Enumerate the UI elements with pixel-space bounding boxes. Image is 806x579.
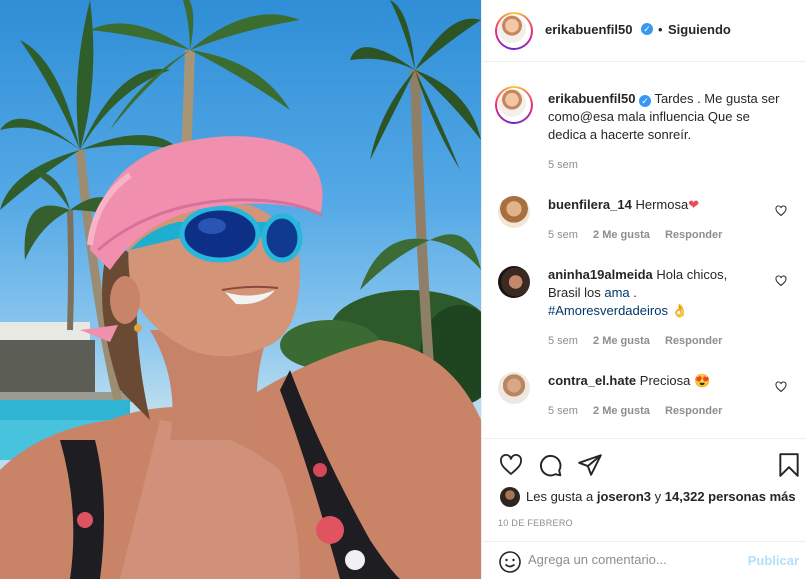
caption-text: erikabuenfil50 ✓ Tardes . Me gusta ser c… (548, 90, 788, 144)
emoji-icon[interactable] (498, 550, 522, 574)
bookmark-icon[interactable] (778, 452, 800, 478)
comment-meta: 5 sem 2 Me gusta Responder (548, 335, 734, 347)
post-header: erikabuenfil50 ✓ • Siguiendo (482, 0, 806, 62)
like-comment-heart-icon[interactable] (775, 205, 787, 217)
reply-button[interactable]: Responder (665, 229, 722, 241)
liker-username[interactable]: joseron3 (597, 489, 651, 504)
comment-time[interactable]: 5 sem (548, 405, 578, 417)
like-comment-heart-icon[interactable] (775, 381, 787, 393)
verified-badge-icon: ✓ (639, 95, 652, 107)
verified-badge-icon: ✓ (641, 23, 653, 35)
comment-meta: 5 sem 2 Me gusta Responder (548, 229, 734, 241)
comment-body: . (633, 285, 637, 300)
comment-body: Hola chicos, (656, 267, 728, 282)
header-separator: • (658, 22, 663, 37)
comment-link[interactable]: ama (604, 285, 629, 300)
comment-meta: 5 sem 2 Me gusta Responder (548, 405, 734, 417)
comment-username[interactable]: buenfilera_14 (548, 197, 632, 212)
comment-input[interactable] (526, 551, 730, 568)
heart-icon[interactable] (498, 453, 524, 477)
commenter-avatar[interactable] (498, 196, 530, 228)
comment-likes[interactable]: 2 Me gusta (593, 335, 650, 347)
post-view: erikabuenfil50 ✓ • Siguiendo erikabuenfi… (0, 0, 806, 579)
caption-avatar[interactable] (495, 86, 533, 124)
comment-body: Hermosa (635, 197, 689, 212)
reply-button[interactable]: Responder (665, 405, 722, 417)
ok-hand-emoji: 👌 (671, 303, 688, 318)
comment-username[interactable]: aninha19almeida (548, 267, 653, 282)
author-username[interactable]: erikabuenfil50 (545, 22, 632, 37)
share-icon[interactable] (577, 452, 603, 478)
commenter-avatar[interactable] (498, 266, 530, 298)
photo-illustration (0, 0, 481, 579)
comment-time[interactable]: 5 sem (548, 335, 578, 347)
comment-body: Brasil los (548, 285, 601, 300)
liker-avatar[interactable] (500, 487, 520, 507)
red-heart-emoji: ❤ (688, 197, 700, 212)
comment-time[interactable]: 5 sem (548, 229, 578, 241)
comment-icon[interactable] (537, 452, 563, 478)
like-comment-heart-icon[interactable] (775, 275, 787, 287)
post-side-panel: erikabuenfil50 ✓ • Siguiendo erikabuenfi… (481, 0, 806, 579)
post-photo[interactable] (0, 0, 481, 579)
reply-button[interactable]: Responder (665, 335, 722, 347)
caption-time[interactable]: 5 sem (548, 159, 578, 171)
comment-text: buenfilera_14 Hermosa❤ (548, 196, 768, 214)
likes-summary[interactable]: Les gusta a joseron3 y 14,322 personas m… (526, 489, 796, 504)
action-bar: Les gusta a joseron3 y 14,322 personas m… (482, 438, 806, 542)
likes-conjunction: y (654, 489, 662, 504)
likes-count[interactable]: 14,322 personas más (665, 489, 796, 504)
heart-eyes-emoji: 😍 (693, 373, 711, 388)
caption-meta: 5 sem (548, 159, 590, 171)
comment-username[interactable]: contra_el.hate (548, 373, 636, 388)
post-date[interactable]: 10 DE FEBRERO (498, 518, 573, 528)
add-comment-bar: Publicar (482, 541, 806, 579)
comment-likes[interactable]: 2 Me gusta (593, 405, 650, 417)
author-avatar[interactable] (495, 12, 533, 50)
publish-button[interactable]: Publicar (748, 553, 799, 568)
comments-list[interactable]: erikabuenfil50 ✓ Tardes . Me gusta ser c… (482, 63, 806, 438)
caption-username[interactable]: erikabuenfil50 (548, 91, 635, 106)
commenter-avatar[interactable] (498, 372, 530, 404)
following-button[interactable]: Siguiendo (668, 22, 731, 37)
comment-body: Preciosa (639, 373, 691, 388)
hashtag-link[interactable]: #Amoresverdadeiros (548, 303, 668, 318)
comment-text: contra_el.hate Preciosa 😍 (548, 372, 768, 390)
likes-prefix: Les gusta a (526, 489, 594, 504)
comment-text: aninha19almeida Hola chicos, Brasil los … (548, 266, 758, 320)
comment-likes[interactable]: 2 Me gusta (593, 229, 650, 241)
